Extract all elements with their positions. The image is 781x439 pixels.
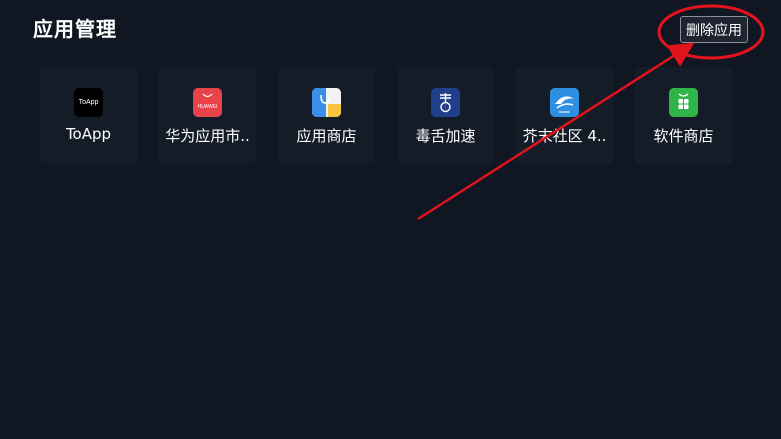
toapp-icon: ToApp	[74, 88, 103, 117]
annotation-overlay	[417, 4, 765, 221]
jiemo-community-icon	[550, 88, 579, 117]
app-tile-app-store[interactable]: 应用商店	[278, 67, 375, 164]
software-store-icon	[669, 88, 698, 117]
app-label: 毒舌加速	[415, 127, 476, 145]
app-label: 华为应用市..	[165, 127, 250, 145]
app-label: 应用商店	[296, 127, 357, 145]
page-title: 应用管理	[33, 17, 117, 41]
app-label: 芥末社区 4..	[522, 127, 607, 145]
app-label: 软件商店	[653, 127, 714, 145]
app-grid: ToApp ToApp HUAWEI 华为应用市.. 应用商店 毒舌加速 芥末社…	[40, 67, 732, 164]
app-store-icon	[312, 88, 341, 117]
app-tile-huawei-appgallery[interactable]: HUAWEI 华为应用市..	[159, 67, 256, 164]
huawei-appgallery-icon: HUAWEI	[193, 88, 222, 117]
app-label: ToApp	[65, 125, 112, 143]
dushe-accelerator-icon	[431, 88, 460, 117]
delete-app-button[interactable]: 删除应用	[680, 16, 748, 43]
app-tile-dushe-accelerator[interactable]: 毒舌加速	[397, 67, 494, 164]
app-tile-jiemo-community[interactable]: 芥末社区 4..	[516, 67, 613, 164]
app-tile-toapp[interactable]: ToApp ToApp	[40, 67, 137, 164]
app-tile-software-store[interactable]: 软件商店	[635, 67, 732, 164]
